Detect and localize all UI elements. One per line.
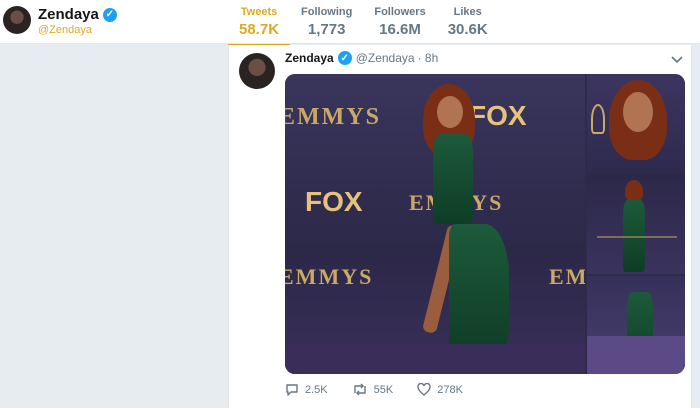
stat-following-value: 1,773	[307, 21, 346, 38]
chevron-down-icon[interactable]	[671, 53, 683, 64]
stat-tweets-label: Tweets	[240, 6, 278, 18]
like-count: 278K	[437, 383, 463, 396]
tweet-header: Zendaya ✓ @Zendaya · 8h	[285, 51, 438, 65]
tweet-media-grid: EMMYS FOX FOX EMMYS EMMYS EMMYS	[285, 74, 685, 374]
tweet-photo-2[interactable]	[587, 74, 685, 172]
verified-badge-icon: ✓	[102, 7, 117, 22]
tweet-author-avatar[interactable]	[239, 53, 275, 89]
stat-followers-value: 16.6M	[379, 21, 421, 38]
figure-skirt	[449, 224, 509, 354]
profile-handle[interactable]: @Zendaya	[38, 24, 92, 36]
stat-likes-label: Likes	[453, 6, 482, 18]
backdrop-text: EMMYS	[549, 264, 585, 289]
carpet	[587, 336, 685, 374]
retweet-count: 55K	[373, 383, 394, 396]
stat-following[interactable]: Following 1,773	[290, 6, 363, 38]
profile-name-text[interactable]: Zendaya	[38, 6, 99, 23]
retweet-icon	[353, 383, 366, 396]
tweet-actions: 2.5K 55K 278K	[285, 383, 487, 396]
stat-following-label: Following	[301, 6, 353, 18]
reply-count: 2.5K	[305, 383, 328, 396]
verified-badge-icon: ✓	[337, 51, 352, 65]
figure-bodice	[433, 134, 473, 224]
figure-hair	[625, 180, 643, 202]
profile-stats-nav: Tweets 58.7K Following 1,773 Followers 1…	[228, 6, 499, 47]
heart-icon	[417, 383, 431, 396]
stat-tweets[interactable]: Tweets 58.7K	[228, 6, 291, 47]
backdrop-text: EMMYS	[285, 104, 381, 130]
stat-tweets-value: 58.7K	[239, 21, 280, 38]
stat-followers-label: Followers	[374, 6, 426, 18]
tweet-author-handle[interactable]: @Zendaya	[356, 51, 415, 65]
backdrop-text: EMMYS	[285, 264, 374, 289]
like-button[interactable]: 278K	[417, 383, 463, 396]
retweet-button[interactable]: 55K	[352, 383, 394, 396]
profile-avatar[interactable]	[3, 6, 31, 34]
tweet-photo-3[interactable]	[587, 174, 685, 274]
tweet-card[interactable]: Zendaya ✓ @Zendaya · 8h EMMYS FOX FOX EM…	[228, 45, 692, 408]
emmy-statue-icon	[591, 104, 605, 134]
tweet-author-name[interactable]: Zendaya	[285, 51, 334, 65]
backdrop-text: FOX	[469, 100, 527, 131]
tweet-photo-4[interactable]	[587, 276, 685, 374]
tweet-photo-main[interactable]: EMMYS FOX FOX EMMYS EMMYS EMMYS	[285, 74, 585, 374]
figure-face	[437, 96, 463, 128]
profile-header-bar: Zendaya ✓ @Zendaya Tweets 58.7K Followin…	[0, 0, 700, 47]
stat-likes[interactable]: Likes 30.6K	[437, 6, 499, 38]
stat-likes-value: 30.6K	[447, 21, 488, 38]
profile-name[interactable]: Zendaya ✓	[38, 6, 117, 23]
reply-button[interactable]: 2.5K	[285, 383, 328, 396]
stat-followers[interactable]: Followers 16.6M	[363, 6, 436, 38]
tweet-timestamp[interactable]: · 8h	[418, 51, 439, 65]
carpet	[285, 344, 585, 374]
reply-icon	[286, 384, 298, 396]
figure-face	[623, 92, 653, 132]
backdrop-line	[597, 236, 677, 238]
backdrop-text: FOX	[305, 186, 363, 217]
